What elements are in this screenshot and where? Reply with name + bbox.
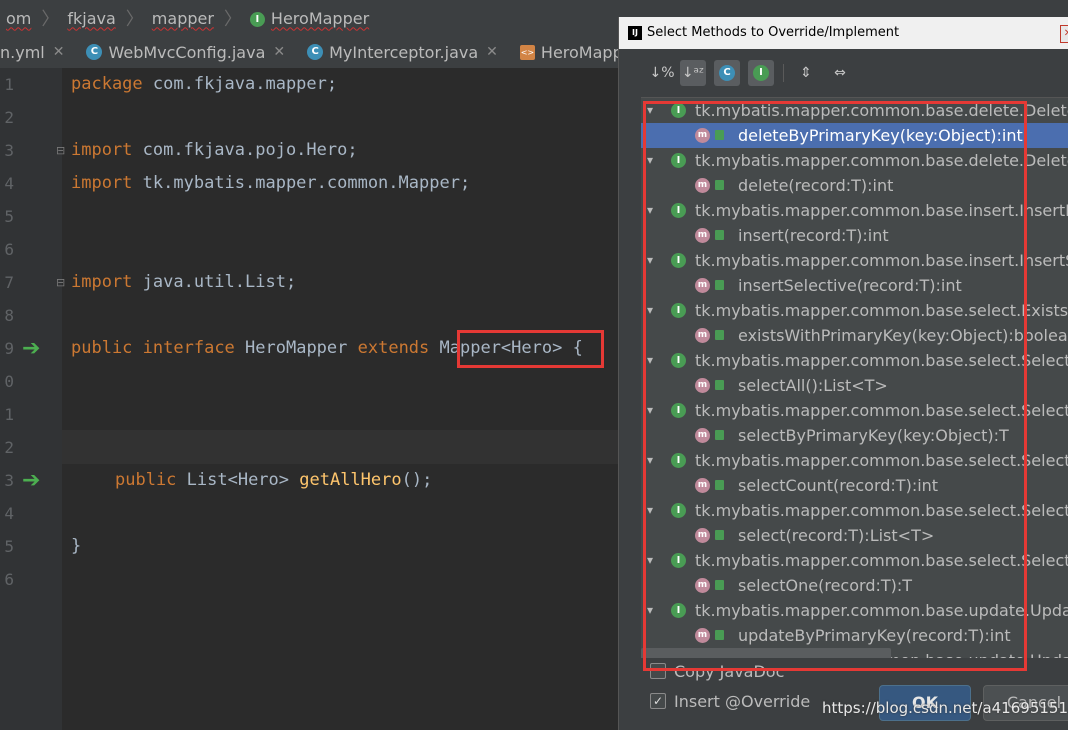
code-text: com.fkjava.mapper; <box>142 74 338 94</box>
keyword: extends <box>357 338 430 358</box>
tab-label: n.yml <box>0 42 45 62</box>
code-text: tk.mybatis.mapper.common.Mapper; <box>132 173 471 193</box>
breadcrumb-item[interactable]: fkjava <box>61 9 123 28</box>
insert-override-checkbox[interactable]: ✓ <box>650 693 666 709</box>
code-text: java.util.List; <box>132 272 297 292</box>
dialog-toolbar: ↓% ↓ᵃᶻ C I ⇕ ⇔ <box>619 49 1068 97</box>
keyword: public <box>71 338 133 358</box>
keyword: interface <box>142 338 235 358</box>
class-icon: C <box>307 44 324 60</box>
line-number: 6 <box>4 570 14 589</box>
line-number: 8 <box>4 306 14 325</box>
line-number: 9 <box>4 339 14 358</box>
close-icon[interactable]: ✕ <box>273 44 285 60</box>
class-icon: C <box>86 44 103 60</box>
line-number: 4 <box>4 504 14 523</box>
tab-myinterceptor[interactable]: C MyInterceptor.java ✕ <box>295 36 508 68</box>
line-number: 4 <box>4 174 14 193</box>
line-number: 5 <box>4 207 14 226</box>
fold-icon[interactable]: ⊟ <box>56 276 65 289</box>
collapse-all-icon[interactable]: ⇔ <box>827 60 853 86</box>
highlight-box-mapper-type <box>457 330 604 368</box>
breadcrumb-label: HeroMapper <box>270 8 370 28</box>
line-number: 3 <box>4 141 14 160</box>
code-editor[interactable]: 1 2 3 4 5 6 7 8 9 0 1 2 3 4 5 6 ➔ ➔ ⊟ ⊟ … <box>0 68 622 730</box>
line-number: 7 <box>4 273 14 292</box>
tab-yml[interactable]: n.yml ✕ <box>0 36 74 68</box>
tab-webmvcconfig[interactable]: C WebMvcConfig.java ✕ <box>74 36 295 68</box>
toolbar-separator <box>783 64 784 82</box>
code-text: } <box>71 536 82 556</box>
expand-all-icon[interactable]: ⇕ <box>793 60 819 86</box>
breadcrumb-item-current[interactable]: I HeroMapper <box>244 9 377 28</box>
code-text: com.fkjava.pojo.Hero; <box>132 140 358 160</box>
show-classes-icon[interactable]: C <box>714 60 740 86</box>
chevron-right-icon: 〉 <box>41 9 60 30</box>
watermark-text: https://blog.csdn.net/a416951514 <box>822 699 1068 717</box>
current-line-highlight <box>62 430 622 464</box>
line-number: 1 <box>4 405 14 424</box>
checkmark-icon: ✓ <box>652 694 664 708</box>
close-icon[interactable]: ✕ <box>1060 25 1068 43</box>
line-number: 2 <box>4 438 14 457</box>
keyword: package <box>71 74 143 94</box>
code-line: import tk.mybatis.mapper.common.Mapper; <box>71 173 470 193</box>
dialog-title-bar[interactable]: IJ Select Methods to Override/Implement … <box>619 17 1068 49</box>
close-icon[interactable]: ✕ <box>53 44 65 60</box>
code-line: public List<Hero> getAllHero(); <box>115 470 432 490</box>
interface-icon: I <box>249 11 265 27</box>
code-line: import com.fkjava.pojo.Hero; <box>71 140 358 160</box>
code-line: import java.util.List; <box>71 272 296 292</box>
line-number: 3 <box>4 471 14 490</box>
chevron-right-icon: 〉 <box>125 9 144 30</box>
code-line: package com.fkjava.mapper; <box>71 74 337 94</box>
close-icon[interactable]: ✕ <box>486 44 498 60</box>
intellij-logo-icon: IJ <box>628 26 642 40</box>
breadcrumb-item[interactable]: mapper <box>146 9 222 28</box>
chevron-right-icon: 〉 <box>223 9 242 30</box>
implementation-arrow-icon[interactable]: ➔ <box>22 338 44 360</box>
sort-alpha-icon[interactable]: ↓ᵃᶻ <box>680 60 706 86</box>
highlight-box-method-list <box>643 101 1027 671</box>
code-text: (); <box>401 470 433 490</box>
line-number: 6 <box>4 240 14 259</box>
tab-label: WebMvcConfig.java <box>108 42 266 62</box>
keyword: import <box>71 173 133 193</box>
return-type: List<Hero> <box>176 470 300 490</box>
xml-icon: <> <box>519 44 535 60</box>
line-number: 2 <box>4 108 14 127</box>
keyword: import <box>71 140 133 160</box>
code-line: } <box>71 536 81 556</box>
fold-icon[interactable]: ⊟ <box>56 144 65 157</box>
tab-label: MyInterceptor.java <box>329 42 479 62</box>
dialog-title: Select Methods to Override/Implement <box>647 25 900 40</box>
line-number-gutter <box>0 68 62 730</box>
keyword: public <box>115 470 177 490</box>
insert-override-label[interactable]: Insert @Override <box>674 692 810 711</box>
implementation-arrow-icon[interactable]: ➔ <box>22 470 44 492</box>
method-name: getAllHero <box>299 470 402 490</box>
interface-name: HeroMapper <box>234 338 358 358</box>
line-number: 0 <box>4 372 14 391</box>
breadcrumb-item[interactable]: om <box>0 9 39 28</box>
sort-by-percent-icon[interactable]: ↓% <box>649 60 675 86</box>
keyword: import <box>71 272 133 292</box>
line-number: 1 <box>4 75 14 94</box>
show-interfaces-icon[interactable]: I <box>748 60 774 86</box>
line-number: 5 <box>4 537 14 556</box>
